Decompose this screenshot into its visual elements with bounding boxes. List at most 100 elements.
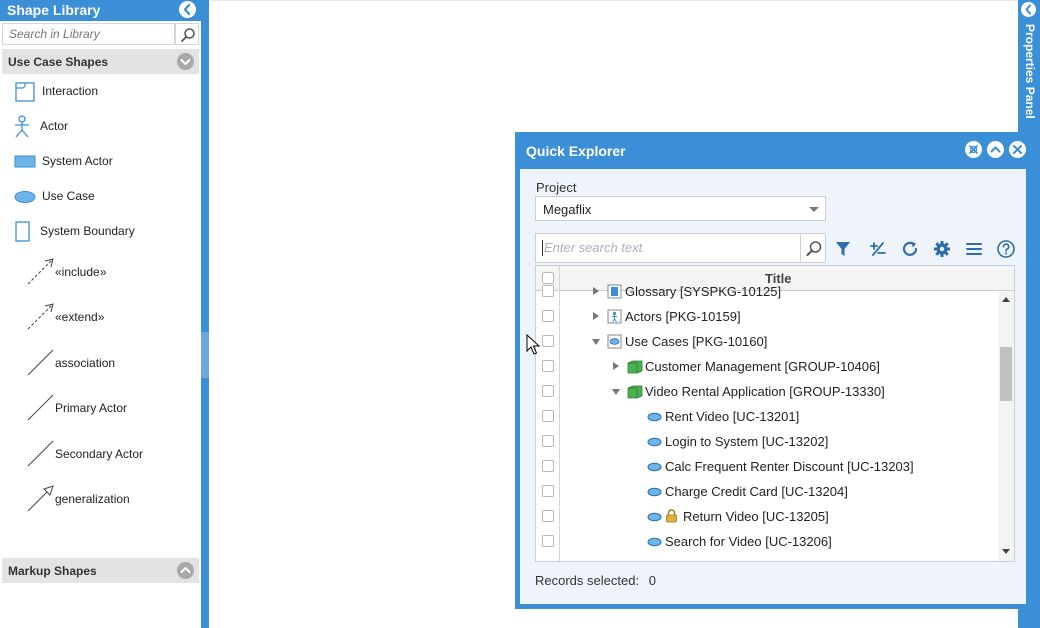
expand-arrow-icon[interactable] [593,312,599,320]
tree-row[interactable]: Return Video [UC-13205] [536,504,998,529]
tree-row[interactable]: Calc Frequent Renter Discount [UC-13203] [536,454,998,479]
group-icon [627,360,643,374]
expand-arrow-icon[interactable] [613,362,619,370]
shape-include[interactable]: «include» [0,254,200,288]
chevron-up-icon[interactable] [177,562,194,579]
section-markup-shapes[interactable]: Markup Shapes [2,558,199,583]
pin-icon[interactable] [965,141,982,158]
library-splitter[interactable] [201,0,209,628]
shape-label: Interaction [42,84,99,98]
tree-row[interactable]: Charge Credit Card [UC-13204] [536,479,998,504]
tree-row[interactable]: Video Rental Application [GROUP-13330] [536,379,998,404]
tree-node-label: Calc Frequent Renter Discount [UC-13203] [665,459,914,474]
library-search-input[interactable] [2,23,175,45]
collapse-arrow-icon[interactable] [612,389,620,395]
row-checkbox[interactable] [542,385,554,397]
interaction-frame-icon [15,82,35,102]
shape-label: Primary Actor [55,401,128,415]
group-icon [627,385,643,399]
tree-row[interactable]: Use Cases [PKG-10160] [536,329,998,354]
dropdown-arrow-icon[interactable] [809,207,819,212]
shape-library-title: Shape Library [7,2,101,18]
scrollbar-thumb[interactable] [1000,347,1012,401]
section-label: Use Case Shapes [8,55,109,69]
scroll-up-icon[interactable] [1002,297,1010,302]
explorer-search-input[interactable]: Enter search text [535,233,801,263]
expand-collapse-icon[interactable] [868,239,888,259]
usecase-icon [647,487,662,497]
explorer-tree-grid: Title Glossary [SYSPKG-10125] Actors [PK… [535,265,1015,562]
tree-row[interactable]: Search for Video [UC-13206] [536,529,998,554]
shape-label: Use Case [42,189,95,203]
row-checkbox[interactable] [542,510,554,522]
row-checkbox[interactable] [542,435,554,447]
chevron-down-icon[interactable] [177,53,194,70]
shape-label: association [55,356,116,370]
generalization-arrow-icon [27,485,54,512]
section-label: Markup Shapes [8,564,97,578]
expand-arrow-icon[interactable] [593,287,599,295]
refresh-icon[interactable] [900,239,920,259]
lock-icon [666,509,677,523]
include-arrow-icon [27,258,54,285]
gear-icon[interactable] [932,239,952,259]
shape-extend[interactable]: «extend» [0,299,200,333]
row-checkbox[interactable] [542,335,554,347]
shape-system-boundary[interactable]: System Boundary [0,216,200,250]
tree-row[interactable]: Customer Management [GROUP-10406] [536,354,998,379]
tree-node-label: Login to System [UC-13202] [665,434,829,449]
shape-association[interactable]: association [0,345,200,379]
shape-secondary-actor[interactable]: Secondary Actor [0,436,200,470]
project-select-value: Megaflix [543,202,592,217]
project-select[interactable]: Megaflix [535,196,826,221]
collapse-arrow-icon[interactable] [592,339,600,345]
section-use-case-shapes[interactable]: Use Case Shapes [2,49,199,74]
usecase-icon [647,412,662,422]
mouse-cursor-icon [526,334,540,355]
association-line-icon [27,349,54,376]
minimize-icon[interactable] [987,141,1004,158]
row-checkbox[interactable] [542,460,554,472]
row-checkbox[interactable] [542,360,554,372]
shape-generalization[interactable]: generalization [0,481,200,515]
row-checkbox[interactable] [542,310,554,322]
scroll-down-icon[interactable] [1002,549,1010,554]
search-placeholder: Enter search text [544,240,643,255]
tree-node-label: Return Video [UC-13205] [683,509,829,524]
splitter-grip[interactable] [201,332,209,378]
quick-explorer-title[interactable]: Quick Explorer [526,143,626,159]
tree-row[interactable]: Login to System [UC-13202] [536,429,998,454]
help-icon[interactable] [996,239,1016,259]
system-boundary-icon [15,221,30,242]
tree-row[interactable]: Rent Video [UC-13201] [536,404,998,429]
quick-explorer-window: Quick Explorer Project Megaflix Enter se… [515,132,1031,609]
shape-label: «include» [55,265,107,279]
primary-actor-line-icon [27,394,54,421]
shape-interaction[interactable]: Interaction [0,76,200,110]
records-selected: Records selected: 0 [535,573,656,588]
search-icon [806,241,822,256]
row-checkbox[interactable] [542,485,554,497]
search-icon [181,28,195,42]
close-icon[interactable] [1009,141,1026,158]
project-label: Project [536,180,577,195]
shape-use-case[interactable]: Use Case [0,181,200,215]
explorer-search-button[interactable] [800,233,826,263]
row-checkbox[interactable] [542,535,554,547]
tree-row[interactable]: Glossary [SYSPKG-10125] [536,279,998,304]
extend-arrow-icon [27,303,54,330]
tree-row[interactable]: Actors [PKG-10159] [536,304,998,329]
package-icon [607,284,622,299]
row-checkbox[interactable] [542,410,554,422]
tree-scrollbar[interactable] [998,291,1014,561]
menu-icon[interactable] [964,239,984,259]
row-checkbox[interactable] [542,285,554,297]
collapse-library-icon[interactable] [179,1,196,18]
shape-primary-actor[interactable]: Primary Actor [0,390,200,424]
library-search-button[interactable] [175,23,199,45]
filter-icon[interactable] [833,239,853,259]
shape-system-actor[interactable]: System Actor [0,146,200,180]
properties-panel-title[interactable]: Properties Panel [1023,24,1037,119]
shape-actor[interactable]: Actor [0,111,200,145]
expand-properties-icon[interactable] [1021,2,1036,17]
